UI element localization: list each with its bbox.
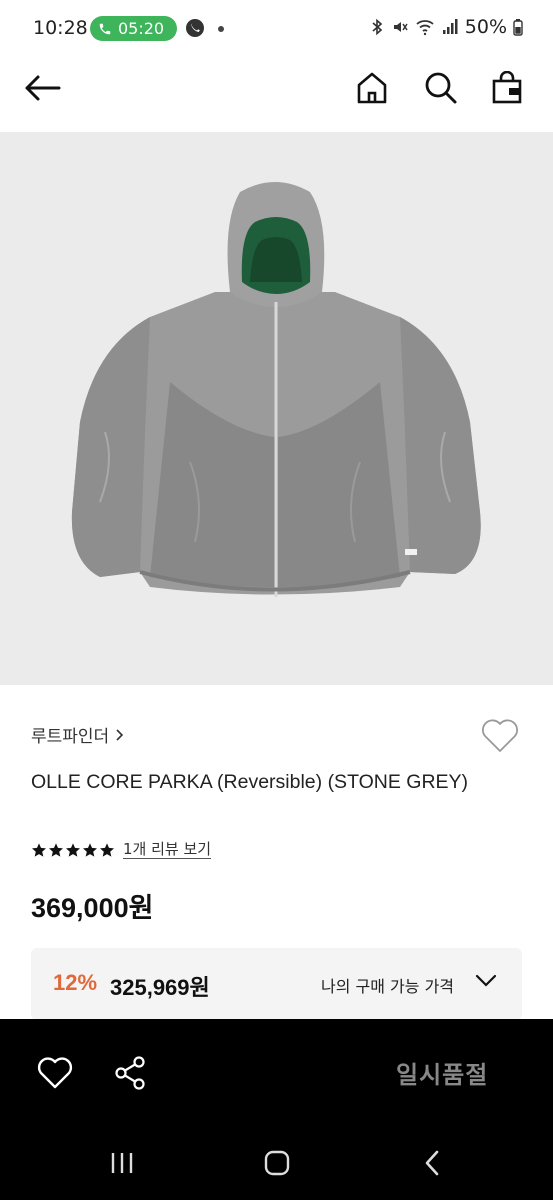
parka-illustration: [71, 182, 481, 597]
battery-percentage: 50%: [464, 16, 507, 38]
mute-icon: [393, 22, 408, 32]
heart-icon: [482, 719, 518, 752]
product-price: 369,000원: [31, 893, 154, 923]
system-navigation-bar: [0, 1125, 553, 1200]
back-arrow-icon[interactable]: [22, 68, 62, 108]
brand-link[interactable]: 루트파인더: [31, 722, 124, 747]
wishlist-heart-icon[interactable]: [35, 1053, 75, 1093]
phone-icon: [99, 23, 111, 34]
discount-rate: 12%: [53, 970, 98, 995]
discount-panel[interactable]: 12% 325,969원 나의 구매 가능 가격: [31, 948, 522, 1020]
home-icon[interactable]: [352, 68, 392, 108]
rating-row: 1개 리뷰 보기: [31, 840, 212, 859]
home-button-icon[interactable]: [257, 1147, 297, 1179]
call-duration: 05:20: [118, 18, 165, 38]
status-bar: 10:28 05:20 50%: [0, 0, 553, 56]
signal-icon: [442, 19, 458, 34]
chevron-right-icon: [116, 728, 124, 741]
review-link[interactable]: 1개 리뷰 보기: [123, 840, 212, 859]
like-button[interactable]: [480, 716, 522, 756]
notification-dot: [218, 26, 224, 32]
app-header: [0, 56, 553, 132]
star-icon: [100, 842, 114, 857]
shopping-bag-icon[interactable]: [487, 68, 527, 108]
discount-price: 325,969원: [110, 975, 210, 1000]
call-app-icon: [185, 18, 205, 42]
chevron-down-icon: [475, 974, 497, 987]
discount-label: 나의 구매 가능 가격: [321, 977, 455, 996]
product-image[interactable]: [0, 132, 553, 685]
star-icon: [66, 842, 80, 857]
status-indicators: 50%: [369, 16, 523, 38]
status-time: 10:28: [33, 17, 88, 39]
search-icon[interactable]: [421, 68, 461, 108]
star-icon: [49, 842, 63, 857]
sold-out-button[interactable]: 일시품절: [396, 1055, 488, 1090]
wifi-icon: [416, 20, 434, 36]
bluetooth-icon: [372, 18, 382, 36]
brand-name: 루트파인더: [31, 727, 110, 747]
star-icon: [83, 842, 97, 857]
share-icon[interactable]: [110, 1053, 150, 1093]
ongoing-call-pill[interactable]: 05:20: [90, 16, 177, 41]
bottom-action-bar: 일시품절: [0, 1019, 553, 1125]
star-icon: [32, 842, 46, 857]
product-title: OLLE CORE PARKA (Reversible) (STONE GREY…: [31, 771, 469, 793]
battery-icon: [513, 19, 523, 36]
rating-stars: [31, 842, 115, 858]
back-button-icon[interactable]: [412, 1147, 452, 1179]
recent-apps-icon[interactable]: [102, 1147, 142, 1179]
